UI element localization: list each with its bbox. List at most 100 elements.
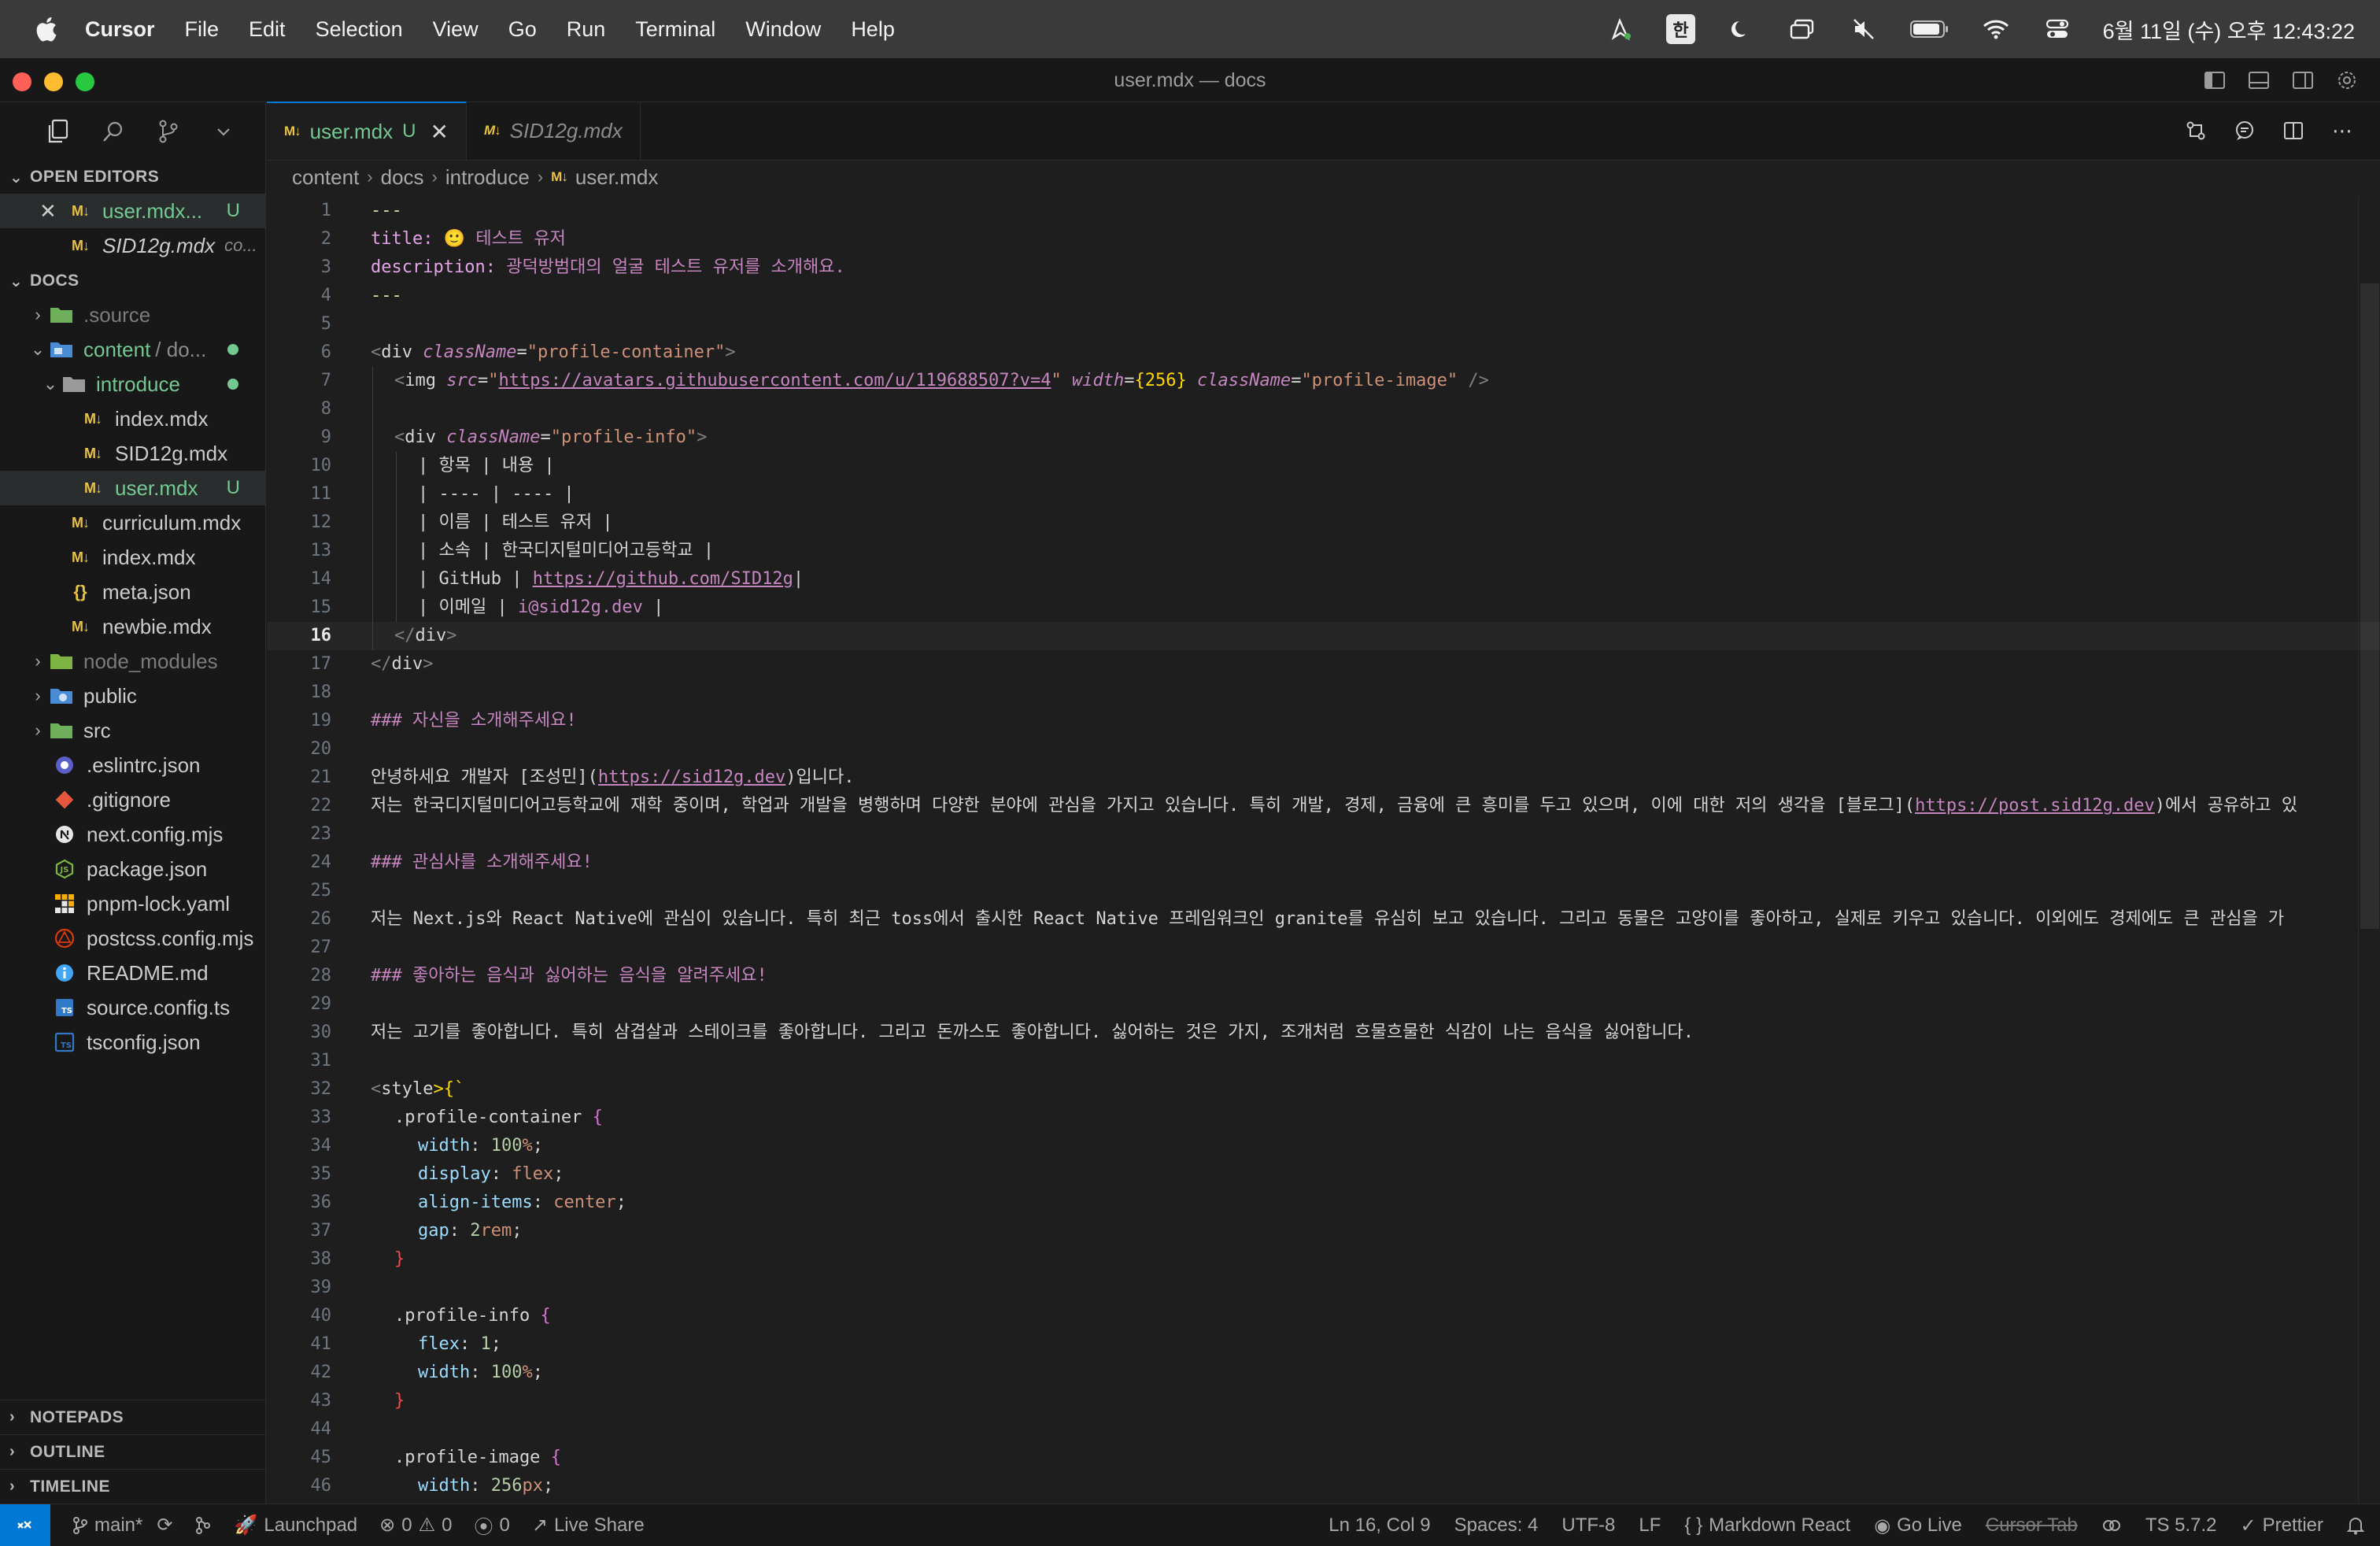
moon-icon[interactable]: [1725, 13, 1757, 45]
tab-user-mdx[interactable]: M↓ user.mdx U ✕: [267, 102, 467, 160]
ports-indicator[interactable]: ⦿ 0: [474, 1511, 509, 1539]
menu-help[interactable]: Help: [851, 17, 895, 42]
breadcrumb-item[interactable]: content: [292, 165, 359, 190]
close-icon[interactable]: ✕: [39, 199, 57, 224]
tree-file[interactable]: M↓ curriculum.mdx: [0, 505, 265, 540]
battery-icon[interactable]: [1909, 13, 1950, 45]
tree-folder-content[interactable]: ⌄ content / do...: [0, 332, 265, 367]
toggle-secondary-sidebar-icon[interactable]: [2289, 66, 2317, 94]
cursor-tab-toggle[interactable]: Cursor Tab: [1986, 1515, 2078, 1537]
menu-app-name[interactable]: Cursor: [85, 17, 155, 42]
screen-mirroring-icon[interactable]: [1787, 13, 1818, 45]
menu-edit[interactable]: Edit: [249, 17, 286, 42]
control-center-icon[interactable]: [2042, 13, 2073, 45]
launchpad-button[interactable]: 🚀 Launchpad: [234, 1514, 357, 1537]
tree-file-active[interactable]: M↓ user.mdx U: [0, 471, 265, 505]
scrollbar-thumb[interactable]: [2360, 283, 2379, 929]
notifications-bell-icon[interactable]: [2347, 1516, 2364, 1535]
split-editor-icon[interactable]: [2279, 117, 2308, 145]
code-editor[interactable]: 1 --- 2 title: 🙂 테스트 유저 3 description: 광덕방범…: [267, 197, 2380, 1503]
live-share-button[interactable]: ↗ Live Share: [532, 1514, 645, 1537]
cursor-position[interactable]: Ln 16, Col 9: [1329, 1515, 1430, 1537]
tree-file[interactable]: pnpm-lock.yaml: [0, 886, 265, 921]
tree-folder-src[interactable]: › src: [0, 713, 265, 748]
remote-indicator-icon[interactable]: [0, 1503, 50, 1546]
git-graph-icon[interactable]: [194, 1516, 212, 1535]
more-actions-icon[interactable]: ⋯: [2328, 117, 2356, 145]
tree-file[interactable]: TS source.config.ts: [0, 990, 265, 1025]
speaker-muted-icon[interactable]: [1848, 13, 1879, 45]
open-editor-item[interactable]: ✕ M↓ user.mdx... U: [0, 194, 265, 228]
close-icon[interactable]: ✕: [431, 119, 449, 145]
menu-go[interactable]: Go: [508, 17, 537, 42]
tree-file[interactable]: JS package.json: [0, 852, 265, 886]
wifi-icon[interactable]: [1980, 13, 2012, 45]
editor-vertical-scrollbar[interactable]: [2358, 197, 2380, 1503]
code-line: 30 저는 고기를 좋아합니다. 특히 삼겹살과 스테이크를 좋아합니다. 그리고…: [310, 1023, 1694, 1042]
typescript-version[interactable]: TS 5.7.2: [2145, 1515, 2217, 1537]
copilot-icon[interactable]: [2101, 1516, 2122, 1535]
end-of-line[interactable]: LF: [1639, 1515, 1661, 1537]
tree-folder-source[interactable]: › .source: [0, 298, 265, 332]
chat-icon[interactable]: [2230, 117, 2259, 145]
menu-terminal[interactable]: Terminal: [635, 17, 715, 42]
nodejs-file-icon: JS: [52, 856, 77, 882]
error-icon: ⊗: [379, 1515, 396, 1536]
open-editors-header[interactable]: ⌄ OPEN EDITORS: [0, 161, 265, 194]
toggle-primary-sidebar-icon[interactable]: [2201, 66, 2229, 94]
sync-icon[interactable]: ⟳: [157, 1514, 172, 1537]
tree-file[interactable]: .gitignore: [0, 782, 265, 817]
go-live-button[interactable]: ◉ Go Live: [1874, 1515, 1962, 1537]
timeline-section-header[interactable]: › TIMELINE: [0, 1469, 266, 1503]
docs-folder-header[interactable]: ⌄ DOCS: [0, 264, 265, 298]
tree-file[interactable]: M↓ SID12g.mdx: [0, 436, 265, 471]
toggle-panel-icon[interactable]: [2245, 66, 2273, 94]
branch-indicator[interactable]: main* ⟳: [72, 1514, 172, 1537]
tree-folder-introduce[interactable]: ⌄ introduce: [0, 367, 265, 401]
tree-file[interactable]: M↓ newbie.mdx: [0, 609, 265, 644]
language-mode[interactable]: { } Markdown React: [1684, 1515, 1850, 1537]
tree-file[interactable]: M↓ index.mdx: [0, 540, 265, 575]
tree-file[interactable]: {} meta.json: [0, 575, 265, 609]
settings-gear-icon[interactable]: [2333, 66, 2361, 94]
breadcrumb-item[interactable]: user.mdx: [575, 165, 659, 190]
tree-file[interactable]: postcss.config.mjs: [0, 921, 265, 956]
indentation[interactable]: Spaces: 4: [1454, 1515, 1539, 1537]
chevron-down-icon[interactable]: [209, 117, 238, 146]
markdown-file-icon: M↓: [84, 445, 102, 461]
problems-indicator[interactable]: ⊗ 0 ⚠ 0: [379, 1514, 452, 1537]
encoding[interactable]: UTF-8: [1561, 1515, 1615, 1537]
input-method-indicator[interactable]: 한: [1666, 14, 1695, 44]
code-line: 43}: [310, 1391, 405, 1411]
open-changes-icon[interactable]: [2182, 117, 2210, 145]
open-editor-item[interactable]: M↓ SID12g.mdx co...: [0, 228, 265, 263]
apple-menu-icon[interactable]: [30, 13, 61, 45]
tree-file[interactable]: M↓ index.mdx: [0, 401, 265, 436]
tree-file[interactable]: README.md: [0, 956, 265, 990]
menu-view[interactable]: View: [433, 17, 479, 42]
folder-open-icon: [49, 337, 74, 362]
cursor-tray-icon[interactable]: [1605, 13, 1636, 45]
breadcrumb-item[interactable]: introduce: [445, 165, 530, 190]
menubar-clock[interactable]: 6월 11일 (수) 오후 12:43:22: [2103, 14, 2355, 45]
menu-run[interactable]: Run: [567, 17, 606, 42]
code-line: 31: [310, 1051, 332, 1071]
tree-file[interactable]: TS tsconfig.json: [0, 1025, 265, 1060]
check-icon: ✓: [2240, 1515, 2256, 1537]
code-line: 32 <style>{`: [310, 1079, 465, 1099]
menu-window[interactable]: Window: [745, 17, 821, 42]
notepads-section-header[interactable]: › NOTEPADS: [0, 1400, 266, 1434]
tree-file[interactable]: .eslintrc.json: [0, 748, 265, 782]
prettier-status[interactable]: ✓ Prettier: [2241, 1515, 2323, 1537]
tree-folder-node-modules[interactable]: › node_modules: [0, 644, 265, 679]
search-icon[interactable]: [99, 117, 128, 146]
breadcrumb-item[interactable]: docs: [381, 165, 424, 190]
outline-section-header[interactable]: › OUTLINE: [0, 1434, 266, 1469]
tree-file[interactable]: next.config.mjs: [0, 817, 265, 852]
source-control-icon[interactable]: [154, 117, 183, 146]
menu-selection[interactable]: Selection: [316, 17, 403, 42]
tree-folder-public[interactable]: › public: [0, 679, 265, 713]
menu-file[interactable]: File: [185, 17, 220, 42]
tab-sid12g-mdx[interactable]: M↓ SID12g.mdx: [467, 102, 641, 160]
explorer-files-icon[interactable]: [44, 117, 72, 146]
